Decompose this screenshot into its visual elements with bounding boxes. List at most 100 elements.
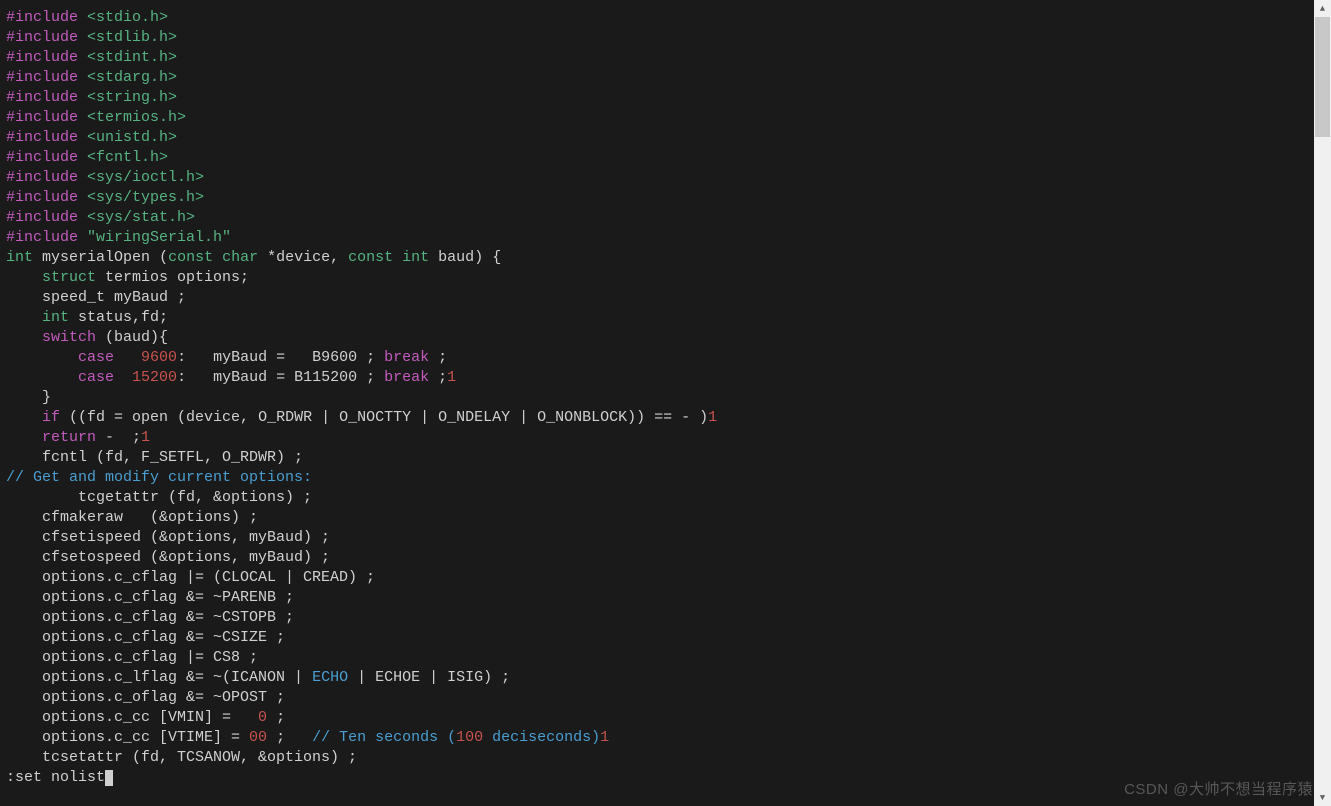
line: #include <sys/types.h> [6,189,204,206]
vtime-cmt-a: // Ten seconds ( [312,729,456,746]
preproc: #include [6,89,78,106]
switch-arg: (baud){ [96,329,168,346]
kw-case: case [78,349,114,366]
line: #include <sys/stat.h> [6,209,195,226]
tail1: 1 [141,429,150,446]
line: #include <stdarg.h> [6,69,177,86]
preproc: #include [6,29,78,46]
case2-val: 15200 [132,369,177,386]
if-body: ((fd = open (device, O_RDWR | O_NOCTTY |… [60,409,708,426]
brace: { [492,249,501,266]
return-tail: - ; [96,429,141,446]
func-name: myserialOpen [42,249,150,266]
preproc: #include [6,129,78,146]
line: #include <termios.h> [6,109,186,126]
line: options.c_cflag &= ~CSIZE ; [6,629,285,646]
scroll-up-button[interactable]: ▲ [1314,0,1331,17]
tail1: 1 [447,369,456,386]
line: #include <unistd.h> [6,129,177,146]
kw-struct: struct [42,269,96,286]
struct-line: termios options; [96,269,249,286]
param1-name: *device [267,249,330,266]
header: <fcntl.h> [87,149,168,166]
preproc: #include [6,169,78,186]
cursor-icon [105,770,113,786]
line: } [6,389,51,406]
line: struct termios options; [6,269,249,286]
line: #include <string.h> [6,89,177,106]
preproc: #include [6,229,78,246]
header: <stdarg.h> [87,69,177,86]
line: #include <stdlib.h> [6,29,177,46]
o6a: options.c_lflag &= ~(ICANON | [6,669,312,686]
preproc: #include [6,189,78,206]
header: <sys/stat.h> [87,209,195,226]
line: #include <fcntl.h> [6,149,168,166]
tail1: 1 [600,729,609,746]
line: options.c_cflag &= ~CSTOPB ; [6,609,294,626]
vtime-a: options.c_cc [VTIME] = [6,729,249,746]
line: cfmakeraw (&options) ; [6,509,258,526]
code-editor[interactable]: #include <stdio.h> #include <stdlib.h> #… [6,8,1311,788]
preproc: #include [6,9,78,26]
line: case 9600: myBaud = B9600 ; break ; [6,349,447,366]
preproc: #include [6,69,78,86]
line: return - ;1 [6,429,150,446]
kw-break: break [384,349,429,366]
header: <sys/ioctl.h> [87,169,204,186]
kw-int: int [42,309,69,326]
semi: ; [429,349,447,366]
status-line: status,fd; [69,309,168,326]
vtime-n: 00 [249,729,267,746]
case1-mid: : myBaud = B9600 ; [177,349,384,366]
line: #include "wiringSerial.h" [6,229,231,246]
semi: ; [429,369,447,386]
vtime-b: ; [267,729,312,746]
cmd: :set nolist [6,769,105,786]
vtime-cmt-b: deciseconds) [483,729,600,746]
line: switch (baud){ [6,329,168,346]
header-local: "wiringSerial.h" [87,229,231,246]
preproc: #include [6,209,78,226]
header: <termios.h> [87,109,186,126]
scroll-down-button[interactable]: ▼ [1314,789,1331,806]
line: tcgetattr (fd, &options) ; [6,489,312,506]
line: cfsetospeed (&options, myBaud) ; [6,549,330,566]
brace-close: } [42,389,51,406]
header: <stdio.h> [87,9,168,26]
line: options.c_lflag &= ~(ICANON | ECHO | ECH… [6,669,510,686]
header: <string.h> [87,89,177,106]
o6b: | ECHOE | ISIG) ; [348,669,510,686]
line: #include <sys/ioctl.h> [6,169,204,186]
type-int: int [6,249,33,266]
vmin-b: ; [267,709,285,726]
kw-return: return [42,429,96,446]
line: options.c_cflag |= CS8 ; [6,649,258,666]
header: <unistd.h> [87,129,177,146]
line: options.c_oflag &= ~OPOST ; [6,689,285,706]
tail1: 1 [708,409,717,426]
vmin-n: 0 [258,709,267,726]
scrollbar-thumb[interactable] [1315,17,1330,137]
echo: ECHO [312,669,348,686]
param2-name: baud [438,249,474,266]
line: cfsetispeed (&options, myBaud) ; [6,529,330,546]
preproc: #include [6,109,78,126]
comment: // Get and modify current options: [6,469,312,486]
scrollbar[interactable]: ▲ ▼ [1314,0,1331,806]
preproc: #include [6,49,78,66]
line: int myserialOpen (const char *device, co… [6,249,501,266]
preproc: #include [6,149,78,166]
header: <stdint.h> [87,49,177,66]
line: case 15200: myBaud = B115200 ; break ;1 [6,369,456,386]
line: speed_t myBaud ; [6,289,186,306]
param2-type: const int [348,249,429,266]
line: int status,fd; [6,309,168,326]
vtime-cmt-n: 100 [456,729,483,746]
case2-mid: : myBaud = B115200 ; [177,369,384,386]
line: tcsetattr (fd, TCSANOW, &options) ; [6,749,357,766]
line: options.c_cflag &= ~PARENB ; [6,589,294,606]
watermark: CSDN @大帅不想当程序猿 [1124,780,1313,800]
command-line[interactable]: :set nolist [6,769,113,786]
kw-break: break [384,369,429,386]
